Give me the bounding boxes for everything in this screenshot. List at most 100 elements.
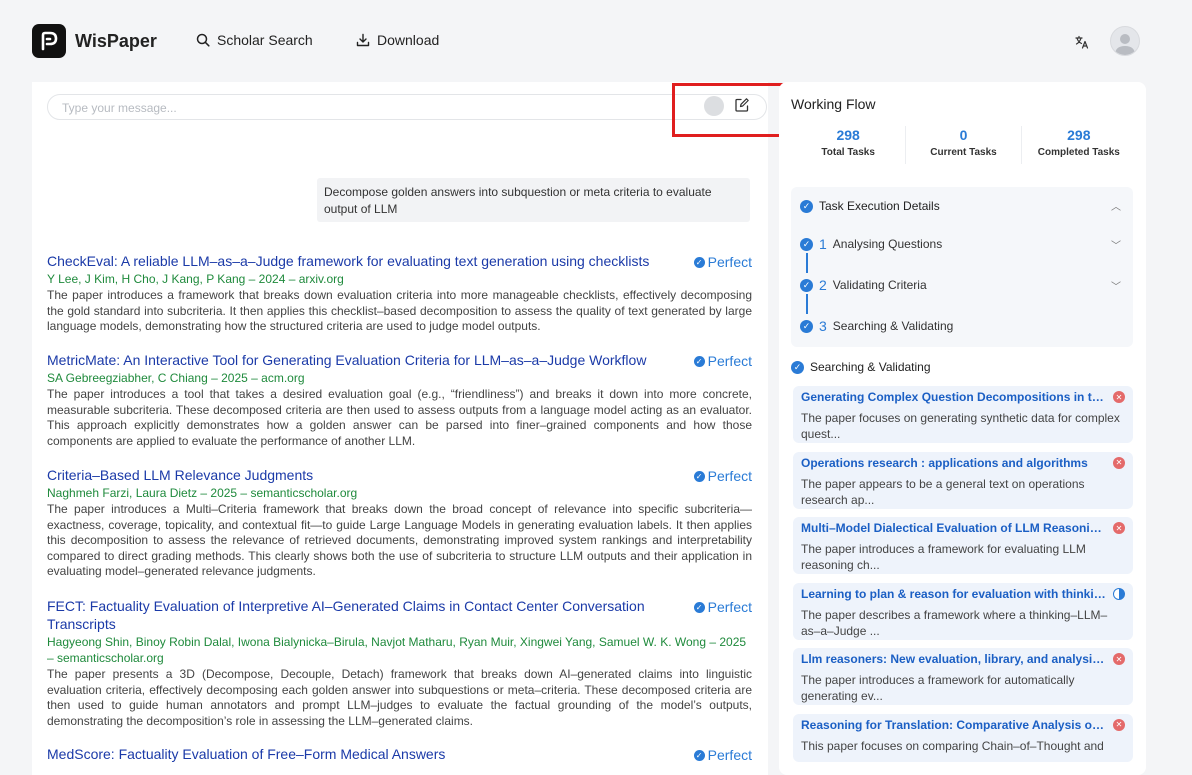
step-number: 2 [819, 277, 827, 293]
task-execution-details: ✓ Task Execution Details ︿ ✓ 1 Analysing… [791, 187, 1133, 347]
paper-title[interactable]: Multi–Model Dialectical Evaluation of LL… [801, 521, 1107, 536]
check-icon: ✓ [800, 199, 813, 213]
chevron-up-icon[interactable]: ︿ [1111, 198, 1121, 213]
paper-desc: The paper focuses on generating syntheti… [801, 411, 1120, 441]
nav-download[interactable]: Download [356, 32, 439, 48]
nav-download-label: Download [377, 32, 440, 48]
search-icon [196, 33, 210, 47]
result-abstract: The paper introduces a framework that br… [47, 288, 752, 334]
check-icon: ✓ [693, 355, 705, 367]
paper-title[interactable]: Generating Complex Question Decompositio… [801, 390, 1107, 405]
step-item[interactable]: ✓ 2 Validating Criteria [800, 277, 927, 293]
rejected-icon: ✕ [1113, 522, 1125, 534]
result-abstract: The paper presents a 3D (Decompose, Deco… [47, 667, 752, 728]
result-title[interactable]: FECT: Factuality Evaluation of Interpret… [47, 597, 667, 633]
paper-card[interactable]: Multi–Model Dialectical Evaluation of LL… [793, 517, 1133, 574]
step-label: Analysing Questions [832, 237, 943, 251]
rejected-icon: ✕ [1113, 456, 1125, 469]
nav-scholar-search-label: Scholar Search [217, 32, 313, 48]
task-execution-title: Task Execution Details [819, 199, 940, 213]
paper-card[interactable]: Llm reasoners: New evaluation, library, … [793, 648, 1133, 705]
searching-validating-header: ✓ Searching & Validating [791, 360, 931, 374]
step-number: 1 [819, 236, 827, 252]
step-item[interactable]: ✓ 1 Analysing Questions [800, 236, 942, 252]
step-connector [806, 253, 808, 273]
result-meta: Hagyeong Shin, Binoy Robin Dalal, Iwona … [47, 635, 747, 665]
result-title[interactable]: Criteria–Based LLM Relevance Judgments [47, 466, 667, 484]
stat-current: 0 Current Tasks [906, 126, 1022, 164]
nav-scholar-search[interactable]: Scholar Search [196, 32, 313, 48]
paper-title[interactable]: Learning to plan & reason for evaluation… [801, 587, 1107, 602]
perfect-badge: ✓ Perfect [693, 468, 752, 484]
check-icon: ✓ [693, 601, 705, 613]
app-name[interactable]: WisPaper [75, 31, 157, 52]
task-execution-header[interactable]: ✓ Task Execution Details [800, 199, 940, 213]
user-query-bubble: Decompose golden answers into subquestio… [317, 178, 750, 222]
paper-card[interactable]: Learning to plan & reason for evaluation… [793, 582, 1133, 640]
task-stats: 298 Total Tasks 0 Current Tasks 298 Comp… [791, 126, 1136, 164]
paper-title[interactable]: Reasoning for Translation: Comparative A… [801, 718, 1107, 733]
stat-label: Current Tasks [930, 147, 997, 158]
check-icon: ✓ [693, 256, 705, 268]
badge-label: Perfect [707, 254, 752, 270]
step-label: Validating Criteria [832, 278, 927, 292]
result-abstract: The paper introduces a Multi–Criteria fr… [47, 502, 752, 579]
validated-paper-list: Generating Complex Question Decompositio… [793, 386, 1133, 770]
results-list: CheckEval: A reliable LLM–as–a–Judge fra… [47, 252, 752, 769]
user-avatar-icon[interactable] [1110, 26, 1140, 56]
step-item[interactable]: ✓ 3 Searching & Validating [800, 318, 953, 334]
result-item: Criteria–Based LLM Relevance Judgments N… [47, 466, 752, 582]
chat-panel: Decompose golden answers into subquestio… [32, 82, 768, 775]
paper-title[interactable]: Llm reasoners: New evaluation, library, … [801, 652, 1107, 667]
stat-completed: 298 Completed Tasks [1022, 126, 1136, 164]
stat-label: Total Tasks [821, 147, 875, 158]
result-item: FECT: Factuality Evaluation of Interpret… [47, 597, 752, 729]
working-flow-panel: Working Flow 298 Total Tasks 0 Current T… [779, 82, 1146, 775]
step-label: Searching & Validating [832, 319, 954, 333]
step-connector [806, 294, 808, 314]
paper-desc: The paper describes a framework where a … [801, 607, 1108, 638]
new-chat-icon[interactable] [734, 97, 752, 115]
perfect-badge: ✓ Perfect [693, 747, 752, 763]
paper-card[interactable]: Operations research : applications and a… [793, 451, 1133, 509]
partial-match-icon [1113, 587, 1125, 600]
perfect-badge: ✓ Perfect [693, 254, 752, 270]
download-icon [356, 33, 370, 47]
chevron-down-icon[interactable]: ﹀ [1111, 278, 1121, 293]
result-item: CheckEval: A reliable LLM–as–a–Judge fra… [47, 252, 752, 342]
result-meta: Y Lee, J Kim, H Cho, J Kang, P Kang – 20… [47, 272, 344, 286]
result-title[interactable]: MetricMate: An Interactive Tool for Gene… [47, 351, 667, 369]
result-item: MedScore: Factuality Evaluation of Free–… [47, 745, 752, 769]
paper-desc: This paper focuses on comparing Chain–of… [801, 738, 1104, 753]
rejected-icon: ✕ [1113, 391, 1125, 403]
paper-title[interactable]: Operations research : applications and a… [801, 456, 1107, 471]
translate-icon[interactable] [1073, 33, 1091, 51]
step-number: 3 [819, 318, 827, 334]
check-icon: ✓ [800, 278, 813, 292]
result-title[interactable]: CheckEval: A reliable LLM–as–a–Judge fra… [47, 252, 667, 270]
paper-desc: The paper appears to be a general text o… [801, 476, 1085, 507]
check-icon: ✓ [800, 319, 813, 333]
chevron-down-icon[interactable]: ﹀ [1111, 237, 1121, 252]
paper-card[interactable]: Generating Complex Question Decompositio… [793, 386, 1133, 443]
section-title: Searching & Validating [810, 360, 931, 374]
result-meta: SA Gebreegziabher, C Chiang – 2025 – acm… [47, 371, 305, 385]
wispaper-logo-icon[interactable] [32, 24, 66, 58]
send-button[interactable] [704, 96, 724, 116]
paper-card[interactable]: Reasoning for Translation: Comparative A… [793, 713, 1133, 762]
badge-label: Perfect [707, 599, 752, 615]
stat-label: Completed Tasks [1037, 147, 1120, 158]
working-flow-title: Working Flow [791, 96, 876, 112]
paper-desc: The paper introduces a framework for aut… [801, 673, 1075, 703]
stat-value: 298 [1067, 127, 1091, 143]
app-header: WisPaper Scholar Search Download [0, 0, 1192, 82]
message-input-wrapper [47, 94, 767, 120]
result-meta: Naghmeh Farzi, Laura Dietz – 2025 – sema… [47, 486, 358, 500]
rejected-icon: ✕ [1113, 718, 1125, 731]
message-input[interactable] [62, 99, 662, 117]
result-abstract: The paper introduces a tool that takes a… [47, 387, 752, 448]
perfect-badge: ✓ Perfect [693, 599, 752, 615]
paper-desc: The paper introduces a framework for eva… [801, 542, 1086, 572]
result-title[interactable]: MedScore: Factuality Evaluation of Free–… [47, 745, 667, 763]
perfect-badge: ✓ Perfect [693, 353, 752, 369]
